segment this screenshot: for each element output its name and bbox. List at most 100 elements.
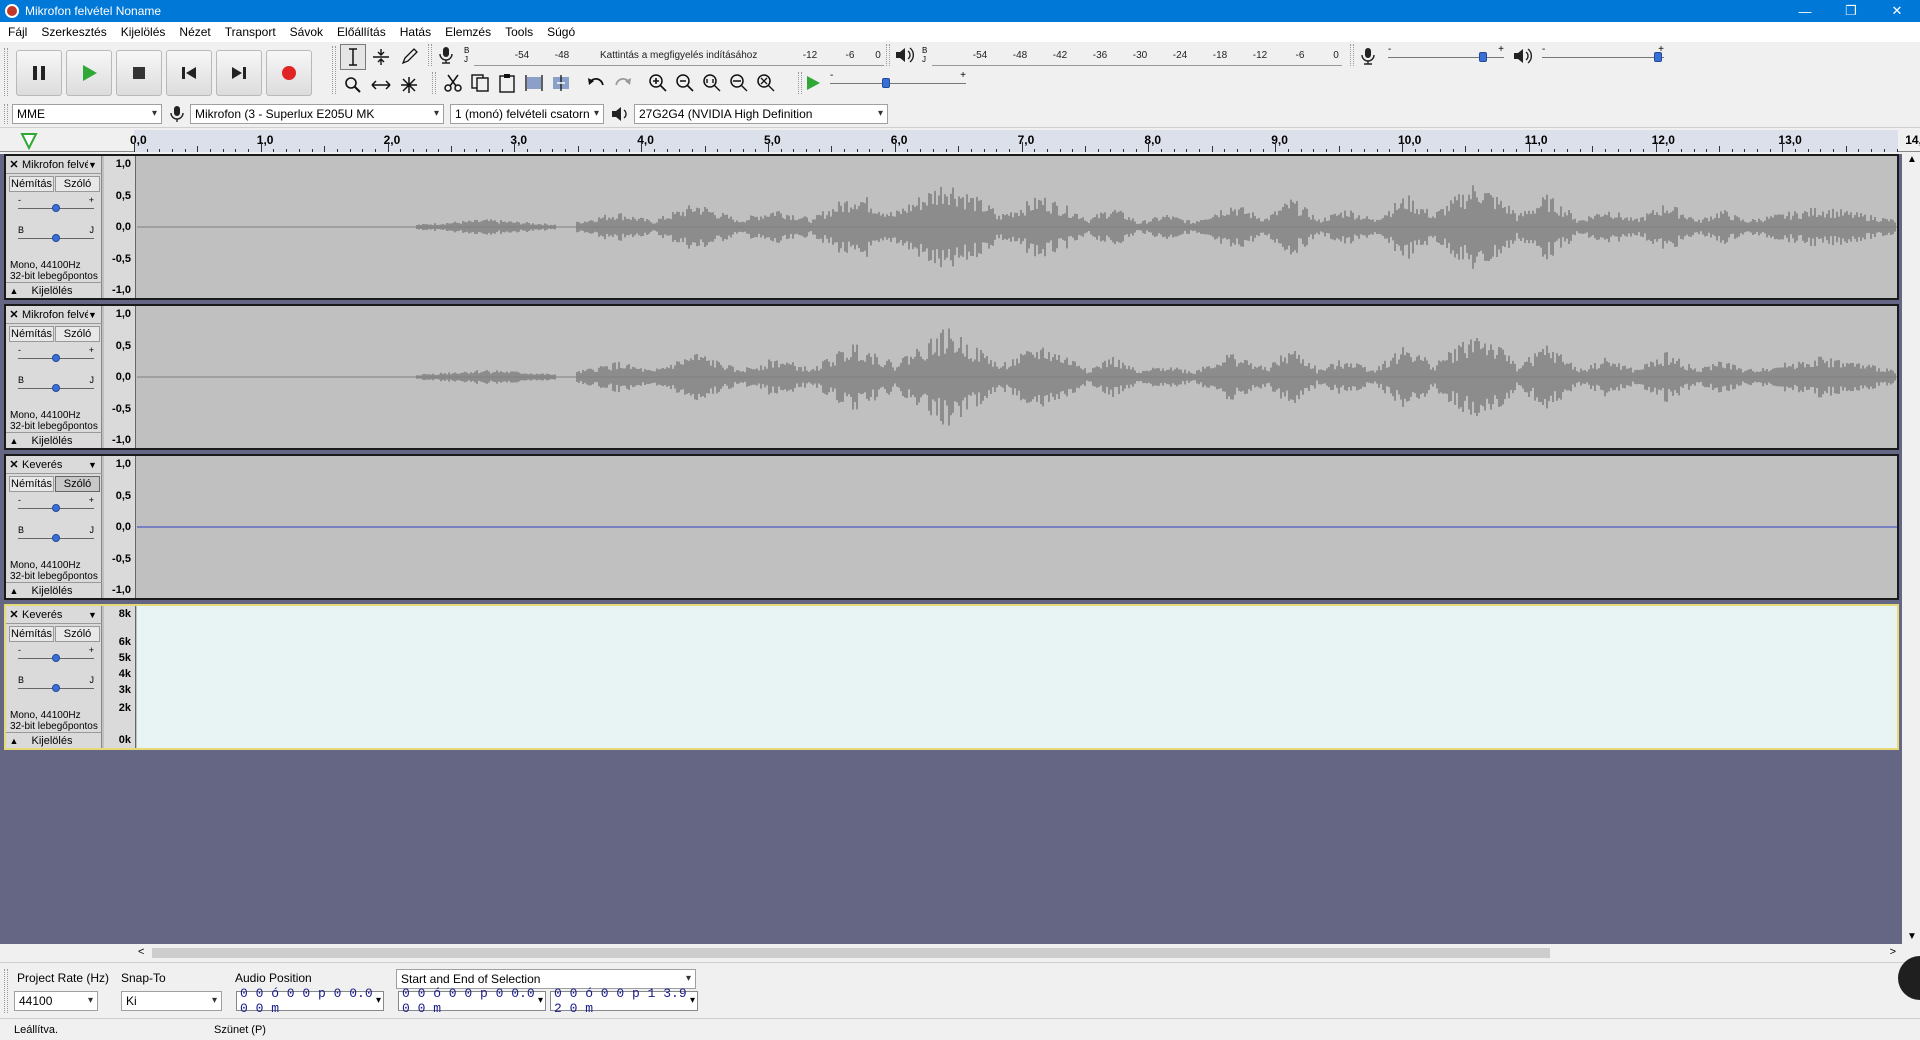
- pan-slider[interactable]: B J: [18, 525, 94, 544]
- menu-select[interactable]: Kijelölés: [121, 25, 166, 39]
- solo-button[interactable]: Szóló: [55, 326, 100, 342]
- mute-button[interactable]: Némítás: [9, 476, 54, 492]
- vertical-ruler[interactable]: 1,0 0,5 0,0 -0,5 -1,0: [104, 306, 136, 448]
- toolbar-grip[interactable]: [428, 44, 432, 66]
- cut-button[interactable]: [440, 70, 466, 96]
- track-name-bar[interactable]: ✕ Mikrofon felvé ▼: [6, 156, 102, 174]
- select-track-button[interactable]: Kijelölés: [22, 735, 82, 747]
- gain-slider[interactable]: - +: [18, 345, 94, 364]
- track-name[interactable]: Keverés: [22, 459, 88, 471]
- recording-channels-select[interactable]: 1 (monó) felvételi csatorn ▾: [450, 104, 604, 124]
- selection-end-field[interactable]: 0 0 ó 0 0 p 1 3.9 2 0 m ▾: [550, 986, 698, 1016]
- select-track-button[interactable]: Kijelölés: [22, 585, 82, 597]
- audio-track[interactable]: ✕ Keverés ▼ Némítás Szóló - + B J Mono, …: [4, 604, 1899, 750]
- playback-volume-slider[interactable]: - +: [1542, 44, 1664, 66]
- recording-meter[interactable]: -54 -48 Kattintás a megfigyelés indításá…: [474, 44, 884, 66]
- scroll-down-icon[interactable]: ▼: [1907, 931, 1917, 942]
- solo-button[interactable]: Szóló: [55, 476, 100, 492]
- mute-button[interactable]: Némítás: [9, 326, 54, 342]
- gain-slider[interactable]: - +: [18, 645, 94, 664]
- chevron-down-icon[interactable]: ▼: [88, 610, 102, 620]
- spectrogram-view[interactable]: [137, 606, 1897, 748]
- menu-tools[interactable]: Tools: [505, 25, 533, 39]
- menu-generate[interactable]: Előállítás: [337, 25, 386, 39]
- slider-knob[interactable]: [52, 354, 60, 362]
- toolbar-grip[interactable]: [886, 44, 890, 66]
- scroll-up-icon[interactable]: ▲: [1907, 154, 1917, 165]
- skip-to-start-button[interactable]: [166, 50, 212, 96]
- timeline-ruler[interactable]: 0,0 1,0 2,0 3,0 4,0 5,0 6,0 7,0 8,0 9,0 10,0 11,0 12…: [0, 130, 1920, 152]
- fit-project-button[interactable]: [726, 70, 752, 96]
- ruler-timeline[interactable]: 0,0 1,0 2,0 3,0 4,0 5,0 6,0 7,0 8,0 9,0 10,0 11,0 12…: [130, 130, 1920, 152]
- toolbar-grip[interactable]: [1350, 44, 1354, 66]
- play-speed-slider[interactable]: - +: [830, 70, 966, 92]
- redo-button[interactable]: [610, 70, 636, 96]
- playback-device-select[interactable]: 27G2G4 (NVIDIA High Definition ▾: [634, 104, 888, 124]
- zoom-tool[interactable]: [340, 72, 366, 98]
- pause-button[interactable]: [16, 50, 62, 96]
- draw-tool[interactable]: [396, 44, 422, 70]
- slider-knob[interactable]: [1654, 52, 1662, 62]
- zoom-in-button[interactable]: [645, 70, 671, 96]
- chevron-down-icon[interactable]: ▾: [688, 995, 697, 1007]
- toolbar-grip[interactable]: [432, 72, 436, 94]
- paste-button[interactable]: [494, 70, 520, 96]
- restore-button[interactable]: ❐: [1828, 0, 1874, 22]
- slider-knob[interactable]: [882, 78, 890, 88]
- selection-tool[interactable]: [340, 44, 366, 70]
- menu-effect[interactable]: Hatás: [400, 25, 431, 39]
- close-track-icon[interactable]: ✕: [6, 608, 22, 621]
- toolbar-grip[interactable]: [4, 48, 8, 96]
- solo-button[interactable]: Szóló: [55, 626, 100, 642]
- snap-to-select[interactable]: Ki ▾: [121, 991, 222, 1011]
- zoom-out-button[interactable]: [672, 70, 698, 96]
- skip-to-end-button[interactable]: [216, 50, 262, 96]
- recording-device-select[interactable]: Mikrofon (3 - Superlux E205U MK ▾: [190, 104, 444, 124]
- time-shift-tool[interactable]: [368, 72, 394, 98]
- scroll-left-icon[interactable]: <: [138, 946, 144, 958]
- vertical-ruler[interactable]: 1,0 0,5 0,0 -0,5 -1,0: [104, 156, 136, 298]
- pan-slider[interactable]: B J: [18, 675, 94, 694]
- horizontal-scrollbar[interactable]: < >: [134, 946, 1900, 960]
- menu-view[interactable]: Nézet: [179, 25, 210, 39]
- solo-button[interactable]: Szóló: [55, 176, 100, 192]
- slider-knob[interactable]: [52, 534, 60, 542]
- minimize-button[interactable]: —: [1782, 0, 1828, 22]
- pan-slider[interactable]: B J: [18, 225, 94, 244]
- slider-knob[interactable]: [52, 654, 60, 662]
- project-rate-select[interactable]: 44100 ▾: [14, 991, 98, 1011]
- collapse-track-icon[interactable]: ▲: [6, 736, 22, 746]
- trim-button[interactable]: [521, 70, 547, 96]
- audio-track[interactable]: ✕ Mikrofon felvé ▼ Némítás Szóló - + B J: [4, 304, 1899, 450]
- multi-tool[interactable]: [396, 72, 422, 98]
- fit-selection-button[interactable]: [699, 70, 725, 96]
- toolbar-grip[interactable]: [4, 104, 8, 124]
- record-button[interactable]: [266, 50, 312, 96]
- track-name-bar[interactable]: ✕ Keverés ▼: [6, 606, 102, 624]
- gain-slider[interactable]: - +: [18, 495, 94, 514]
- track-name-bar[interactable]: ✕ Mikrofon felvé ▼: [6, 306, 102, 324]
- close-track-icon[interactable]: ✕: [6, 308, 22, 321]
- track-name-bar[interactable]: ✕ Keverés ▼: [6, 456, 102, 474]
- close-track-icon[interactable]: ✕: [6, 458, 22, 471]
- menu-edit[interactable]: Szerkesztés: [41, 25, 106, 39]
- menu-analyze[interactable]: Elemzés: [445, 25, 491, 39]
- undo-button[interactable]: [583, 70, 609, 96]
- chevron-down-icon[interactable]: ▼: [88, 310, 102, 320]
- play-button[interactable]: [66, 50, 112, 96]
- slider-knob[interactable]: [52, 204, 60, 212]
- playback-meter[interactable]: -54 -48 -42 -36 -30 -24 -18 -12 -6 0: [932, 44, 1342, 66]
- scroll-right-icon[interactable]: >: [1890, 946, 1896, 958]
- vertical-scrollbar[interactable]: ▲ ▼: [1902, 154, 1920, 944]
- close-window-button[interactable]: ✕: [1874, 0, 1920, 22]
- audio-track[interactable]: ✕ Mikrofon felvé ▼ Némítás Szóló - + B J: [4, 154, 1899, 300]
- toolbar-grip[interactable]: [332, 46, 336, 94]
- audio-track[interactable]: ✕ Keverés ▼ Némítás Szóló - + B J Mono, …: [4, 454, 1899, 600]
- horizontal-scroll-thumb[interactable]: [152, 948, 1550, 958]
- slider-knob[interactable]: [52, 504, 60, 512]
- close-track-icon[interactable]: ✕: [6, 158, 22, 171]
- slider-knob[interactable]: [52, 234, 60, 242]
- slider-knob[interactable]: [1479, 52, 1487, 62]
- waveform-view[interactable]: [136, 156, 1897, 298]
- play-at-speed-button[interactable]: [800, 70, 826, 96]
